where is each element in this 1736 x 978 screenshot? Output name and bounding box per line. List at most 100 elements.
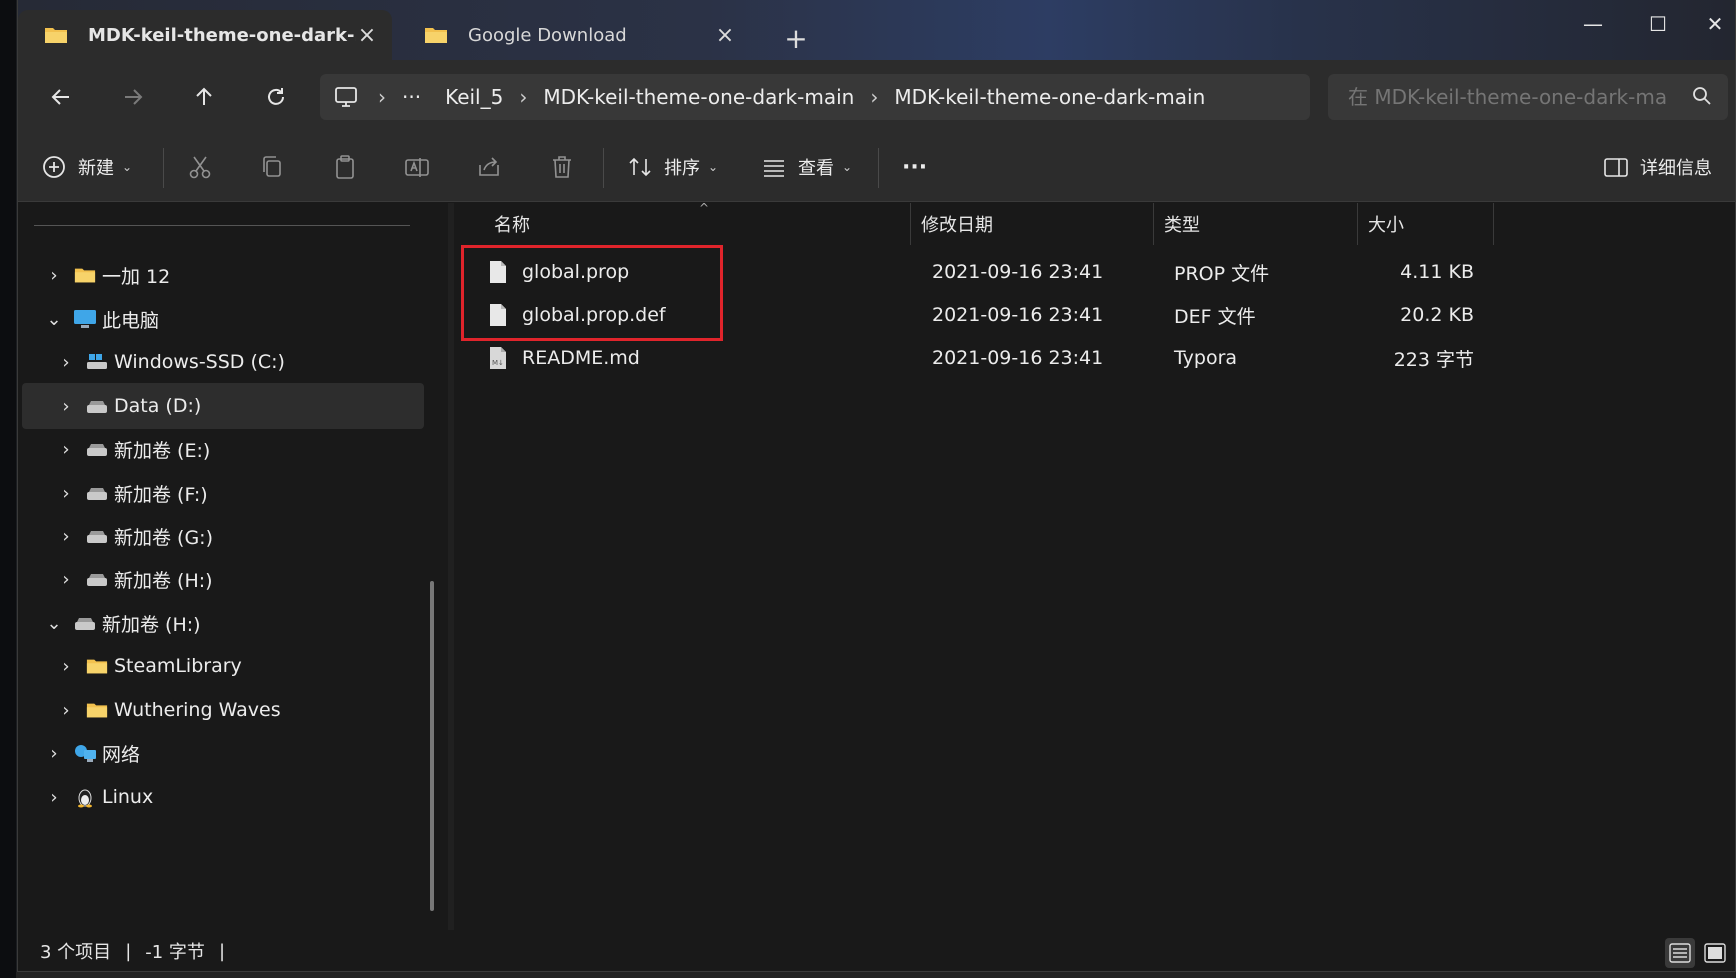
refresh-button[interactable] <box>255 76 297 118</box>
chevron-right-icon[interactable]: › <box>54 439 78 460</box>
sidebar-scrollbar[interactable] <box>430 581 434 911</box>
file-icon <box>490 304 506 326</box>
breadcrumb-current-folder[interactable]: MDK-keil-theme-one-dark-main <box>894 85 1205 109</box>
sort-button[interactable]: 排序 ⌄ <box>626 146 718 188</box>
sidebar-item-drive-h[interactable]: › 新加卷 (H:) <box>22 556 424 602</box>
column-header-name[interactable]: 名称 <box>454 203 911 245</box>
file-size: 4.11 KB <box>1400 261 1474 283</box>
scissors-icon <box>189 156 211 179</box>
column-header-size[interactable]: 大小 <box>1358 203 1494 245</box>
sort-icon <box>629 157 651 177</box>
tab-active[interactable]: MDK-keil-theme-one-dark-ma × <box>18 10 392 60</box>
copy-icon <box>263 156 281 177</box>
sidebar-item-label: 此电脑 <box>102 309 160 332</box>
tab-google-download[interactable]: Google Download × <box>398 10 750 60</box>
chevron-right-icon[interactable]: › <box>870 85 878 109</box>
sidebar-item-drive-h-root[interactable]: ⌄ 新加卷 (H:) <box>22 600 424 646</box>
close-window-button[interactable]: ✕ <box>1690 8 1735 40</box>
maximize-button[interactable]: ☐ <box>1633 8 1683 40</box>
share-button[interactable] <box>475 146 503 188</box>
new-tab-button[interactable]: + <box>778 20 814 56</box>
sidebar-item-wuthering-waves[interactable]: › Wuthering Waves <box>22 687 424 733</box>
rename-button[interactable] <box>403 146 431 188</box>
copy-button[interactable] <box>258 146 286 188</box>
delete-button[interactable] <box>548 146 576 188</box>
folder-icon <box>72 264 98 286</box>
desktop-taskbar-strip <box>16 972 1736 978</box>
arrow-up-icon <box>196 87 212 105</box>
chevron-right-icon[interactable]: › <box>519 85 527 109</box>
folder-icon <box>425 28 447 43</box>
column-header-modified[interactable]: 修改日期 <box>911 203 1154 245</box>
item-count: 3 个项目 <box>40 942 112 963</box>
column-header-type[interactable]: 类型 <box>1154 203 1358 245</box>
chevron-right-icon[interactable]: › <box>378 85 386 109</box>
close-tab-icon[interactable]: × <box>714 23 736 48</box>
sidebar-item-network[interactable]: › 网络 <box>22 730 424 776</box>
trash-icon <box>553 156 571 178</box>
breadcrumb-theme-folder[interactable]: MDK-keil-theme-one-dark-main <box>543 85 854 109</box>
sidebar-item-label: Linux <box>102 786 154 808</box>
back-button[interactable] <box>40 76 82 118</box>
sidebar-item-this-pc[interactable]: ⌄ 此电脑 <box>22 296 424 342</box>
refresh-icon <box>268 88 284 105</box>
new-button[interactable]: 新建 ⌄ <box>40 146 132 188</box>
chevron-right-icon[interactable]: › <box>54 352 78 373</box>
computer-icon[interactable] <box>334 85 358 109</box>
sidebar-item-steamlibrary[interactable]: › SteamLibrary <box>22 643 424 689</box>
search-icon[interactable] <box>1692 86 1712 106</box>
chevron-right-icon[interactable]: › <box>54 656 78 677</box>
file-type: Typora <box>1174 347 1238 369</box>
status-bar: 3 个项目 | -1 字节 | <box>18 930 1735 971</box>
sidebar-item-linux[interactable]: › Linux <box>22 774 424 820</box>
divider <box>163 148 164 188</box>
file-row[interactable]: M↓ README.md 2021-09-16 23:41 Typora 223… <box>474 338 1474 378</box>
view-button[interactable]: 查看 ⌄ <box>760 146 852 188</box>
sidebar-item-drive-d[interactable]: › Data (D:) <box>22 383 424 429</box>
column-header-label: 大小 <box>1368 215 1404 236</box>
chevron-down-icon[interactable]: ⌄ <box>42 613 66 634</box>
file-modified: 2021-09-16 23:41 <box>932 261 1104 283</box>
chevron-right-icon[interactable]: › <box>42 787 66 808</box>
share-icon <box>479 157 499 176</box>
minimize-button[interactable]: — <box>1568 8 1618 40</box>
search-input[interactable] <box>1348 85 1668 109</box>
file-row[interactable]: global.prop.def 2021-09-16 23:41 DEF 文件 … <box>474 295 1474 335</box>
chevron-right-icon[interactable]: › <box>42 265 66 286</box>
tiles-view-button[interactable] <box>1700 938 1730 968</box>
details-pane-button[interactable]: 详细信息 <box>1602 146 1712 188</box>
file-size: 20.2 KB <box>1400 304 1474 326</box>
chevron-right-icon[interactable]: › <box>54 526 78 547</box>
chevron-right-icon[interactable]: › <box>42 743 66 764</box>
forward-button[interactable] <box>112 76 154 118</box>
folder-icon <box>84 699 110 721</box>
chevron-right-icon[interactable]: › <box>54 396 78 417</box>
file-name: global.prop.def <box>522 304 666 326</box>
chevron-down-icon[interactable]: ⌄ <box>42 309 66 330</box>
chevron-down-icon: ⌄ <box>842 160 853 174</box>
sidebar-item-drive-e[interactable]: › 新加卷 (E:) <box>22 426 424 472</box>
file-explorer-window: MDK-keil-theme-one-dark-ma × Google Down… <box>17 0 1736 972</box>
sidebar-item-label: 网络 <box>102 743 141 766</box>
cut-button[interactable] <box>186 146 214 188</box>
sidebar-item-drive-c[interactable]: › Windows-SSD (C:) <box>22 339 424 385</box>
drive-icon <box>84 525 110 547</box>
chevron-right-icon[interactable]: › <box>54 483 78 504</box>
chevron-right-icon[interactable]: › <box>54 700 78 721</box>
address-bar[interactable]: › ··· Keil_5 › MDK-keil-theme-one-dark-m… <box>320 74 1310 120</box>
breadcrumb-keil[interactable]: Keil_5 <box>445 85 503 109</box>
search-box[interactable] <box>1328 74 1728 120</box>
sidebar-item-drive-f[interactable]: › 新加卷 (F:) <box>22 470 424 516</box>
more-options-button[interactable]: ··· <box>902 146 927 188</box>
breadcrumb-overflow[interactable]: ··· <box>402 85 421 109</box>
file-row[interactable]: global.prop 2021-09-16 23:41 PROP 文件 4.1… <box>474 252 1474 292</box>
column-header-label: 名称 <box>494 215 530 236</box>
paste-button[interactable] <box>331 146 359 188</box>
command-bar: 新建 ⌄ 排序 ⌄ 查看 ⌄ ··· 详细信息 <box>18 132 1735 202</box>
details-view-button[interactable] <box>1665 938 1695 968</box>
chevron-right-icon[interactable]: › <box>54 569 78 590</box>
up-button[interactable] <box>183 76 225 118</box>
close-tab-icon[interactable]: × <box>356 23 378 48</box>
sidebar-item-drive-g[interactable]: › 新加卷 (G:) <box>22 513 424 559</box>
sidebar-item-oneplus-12[interactable]: › 一加 12 <box>22 252 424 298</box>
